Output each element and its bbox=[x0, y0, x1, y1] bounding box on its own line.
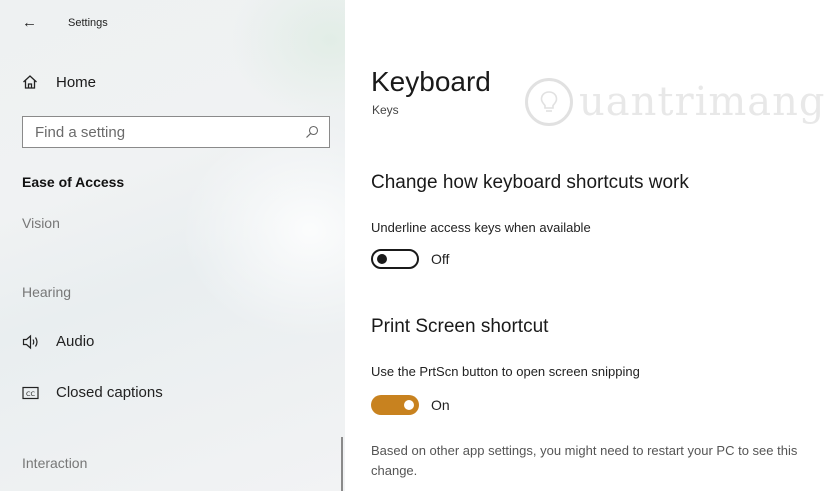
back-arrow-icon[interactable]: ← bbox=[22, 14, 48, 32]
sidebar-item-audio[interactable]: Audio bbox=[22, 333, 94, 350]
setting-label-underline-keys: Underline access keys when available bbox=[371, 220, 591, 235]
page-subtitle: Keys bbox=[372, 103, 399, 117]
search-placeholder: Find a setting bbox=[35, 123, 126, 141]
closed-captions-icon: CC bbox=[22, 386, 48, 400]
watermark-lightbulb-icon bbox=[525, 78, 573, 126]
section-title: Ease of Access bbox=[22, 174, 125, 190]
watermark-text: uantrimang bbox=[579, 79, 826, 125]
toggle-knob bbox=[377, 254, 387, 264]
underline-access-keys-setting: Off bbox=[371, 249, 449, 269]
watermark: uantrimang bbox=[525, 78, 826, 126]
underline-access-keys-toggle[interactable] bbox=[371, 249, 419, 269]
prtscn-snipping-setting: On bbox=[371, 395, 450, 415]
restart-note: Based on other app settings, you might n… bbox=[371, 443, 798, 478]
setting-label-prtscn: Use the PrtScn button to open screen sni… bbox=[371, 364, 640, 379]
group-hearing: Hearing bbox=[22, 284, 72, 300]
title-bar: ← Settings bbox=[22, 14, 108, 32]
prtscn-snipping-toggle[interactable] bbox=[371, 395, 419, 415]
page-title: Keyboard bbox=[371, 66, 491, 97]
group-interaction: Interaction bbox=[22, 455, 88, 471]
sidebar-item-label: Audio bbox=[56, 333, 95, 350]
sidebar-acrylic-glow bbox=[180, 120, 345, 340]
home-nav-item[interactable]: Home bbox=[22, 73, 96, 91]
sidebar: ← Settings Home Find a setting Ease of A… bbox=[0, 0, 345, 491]
search-icon[interactable] bbox=[305, 125, 319, 139]
group-vision: Vision bbox=[22, 215, 60, 231]
toggle-state-label: Off bbox=[431, 251, 450, 267]
svg-text:CC: CC bbox=[26, 390, 36, 398]
sidebar-acrylic-tint bbox=[230, 0, 345, 120]
toggle-state-label: On bbox=[431, 397, 450, 413]
main-content: Keyboard Keys uantrimang Change how keyb… bbox=[345, 0, 840, 491]
speaker-icon bbox=[22, 334, 48, 350]
section-heading-print-screen: Print Screen shortcut bbox=[371, 316, 549, 337]
sidebar-scrollbar[interactable] bbox=[341, 437, 343, 491]
window-title: Settings bbox=[68, 17, 108, 29]
home-label: Home bbox=[56, 73, 97, 91]
section-heading-shortcuts: Change how keyboard shortcuts work bbox=[371, 172, 689, 193]
home-icon bbox=[22, 73, 48, 91]
sidebar-item-closed-captions[interactable]: CC Closed captions bbox=[22, 384, 163, 401]
search-input[interactable]: Find a setting bbox=[22, 116, 330, 148]
sidebar-item-label: Closed captions bbox=[56, 384, 163, 401]
toggle-knob bbox=[404, 400, 414, 410]
